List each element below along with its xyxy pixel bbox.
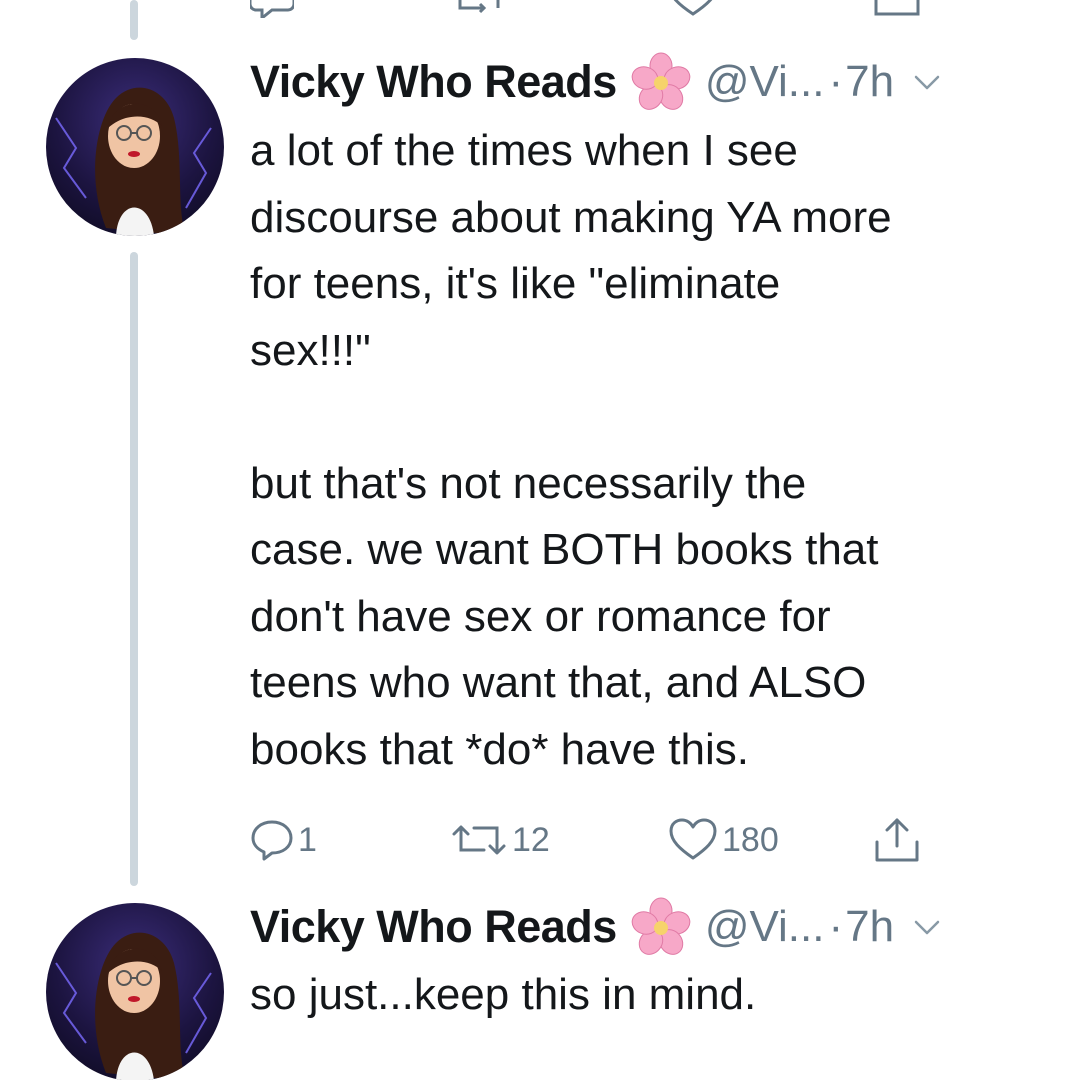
avatar[interactable] xyxy=(46,903,224,1080)
separator-dot: · xyxy=(828,902,844,951)
cherry-blossom-icon xyxy=(631,897,691,957)
tweet-header: Vicky Who Reads @Vi... · 7h xyxy=(250,52,942,112)
tweet-header: Vicky Who Reads @Vi... · 7h xyxy=(250,897,942,957)
reply-button[interactable]: 1 xyxy=(250,812,317,868)
retweet-button[interactable]: 12 xyxy=(450,812,550,868)
tweet-text: so just...keep this in mind. xyxy=(250,970,757,1019)
thread-connector-line xyxy=(130,252,138,886)
share-icon[interactable] xyxy=(872,0,922,18)
retweet-icon xyxy=(450,818,508,862)
tweet-text: a lot of the times when I see discourse … xyxy=(250,126,892,774)
timestamp[interactable]: 7h xyxy=(845,902,894,952)
user-handle[interactable]: @Vi... xyxy=(705,902,825,952)
heart-icon[interactable] xyxy=(668,0,718,18)
reply-icon xyxy=(250,818,294,862)
reply-icon[interactable] xyxy=(250,0,294,18)
tweet-actions: 1 12 180 xyxy=(250,812,950,868)
like-count: 180 xyxy=(722,820,779,859)
cherry-blossom-icon xyxy=(631,52,691,112)
twitter-thread: Vicky Who Reads @Vi... · 7h a lot of the… xyxy=(0,0,1080,1080)
heart-icon xyxy=(668,818,718,862)
share-button[interactable] xyxy=(872,812,922,868)
avatar[interactable] xyxy=(46,58,224,236)
retweet-count: 12 xyxy=(512,820,550,859)
share-icon xyxy=(872,816,922,864)
display-name[interactable]: Vicky Who Reads xyxy=(250,56,617,108)
display-name[interactable]: Vicky Who Reads xyxy=(250,901,617,953)
like-button[interactable]: 180 xyxy=(668,812,779,868)
chevron-down-icon[interactable] xyxy=(912,67,942,97)
separator-dot: · xyxy=(828,57,844,106)
retweet-icon[interactable] xyxy=(450,0,510,18)
chevron-down-icon[interactable] xyxy=(912,912,942,942)
previous-tweet-actions xyxy=(250,0,930,18)
timestamp[interactable]: 7h xyxy=(845,57,894,107)
user-handle[interactable]: @Vi... xyxy=(705,57,825,107)
reply-count: 1 xyxy=(298,820,317,859)
thread-connector-line xyxy=(130,0,138,40)
